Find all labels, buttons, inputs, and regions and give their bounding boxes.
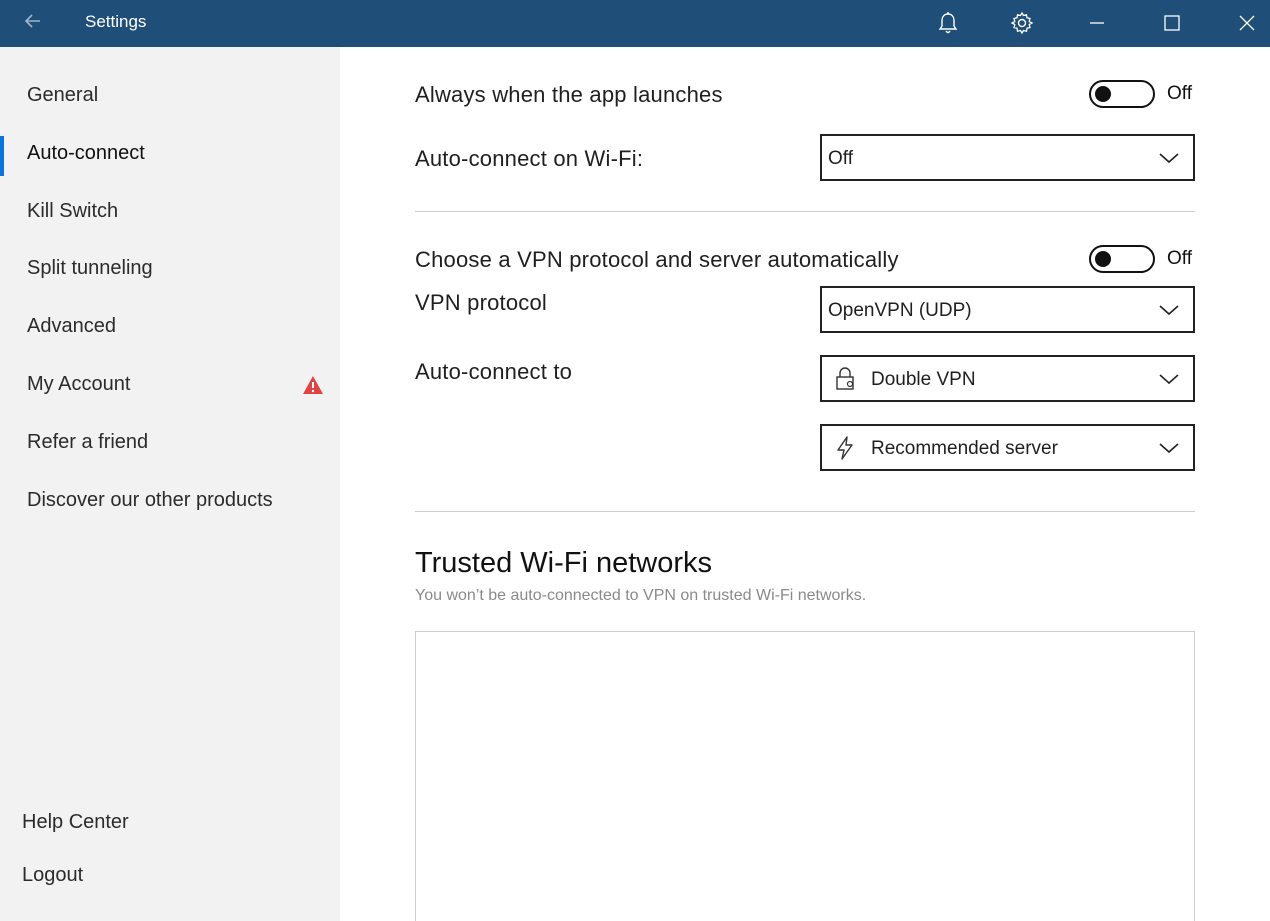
wifi-auto-connect-dropdown[interactable]: Off	[820, 134, 1195, 181]
close-icon[interactable]	[1232, 8, 1262, 38]
sidebar-item-logout[interactable]: Logout	[0, 855, 340, 895]
dropdown-value: Recommended server	[871, 438, 1058, 459]
chevron-down-icon	[1159, 371, 1179, 387]
launch-toggle-state: Off	[1167, 83, 1192, 104]
launch-setting-label: Always when the app launches	[415, 82, 723, 107]
lock-icon	[834, 367, 856, 391]
trusted-networks-list[interactable]	[415, 631, 1195, 921]
maximize-icon[interactable]	[1157, 8, 1187, 38]
sidebar-item-kill-switch[interactable]: Kill Switch	[0, 191, 340, 231]
auto-connect-settings-panel: Always when the app launches Off Auto-co…	[340, 47, 1270, 921]
sidebar-item-my-account[interactable]: My Account	[0, 364, 340, 404]
toggle-knob	[1095, 86, 1111, 102]
sidebar-item-split-tunneling[interactable]: Split tunneling	[0, 248, 340, 288]
settings-sidebar: General Auto-connect Kill Switch Split t…	[0, 47, 340, 921]
window-title: Settings	[85, 12, 147, 31]
sidebar-item-label: Kill Switch	[27, 200, 119, 222]
sidebar-item-general[interactable]: General	[0, 75, 340, 115]
sidebar-item-label: Logout	[22, 864, 84, 886]
sidebar-item-label: Auto-connect	[27, 142, 145, 164]
sidebar-item-label: Advanced	[27, 315, 116, 337]
sidebar-item-label: My Account	[27, 373, 131, 395]
launch-toggle[interactable]	[1089, 80, 1155, 108]
sidebar-item-label: Discover our other products	[27, 489, 273, 511]
chevron-down-icon	[1159, 150, 1179, 166]
sidebar-item-label: General	[27, 84, 99, 106]
server-dropdown[interactable]: Recommended server	[820, 424, 1195, 471]
chevron-down-icon	[1159, 440, 1179, 456]
sidebar-item-label: Help Center	[22, 811, 129, 833]
sidebar-item-help-center[interactable]: Help Center	[0, 802, 340, 842]
server-type-dropdown[interactable]: Double VPN	[820, 355, 1195, 402]
minimize-icon[interactable]	[1082, 8, 1112, 38]
chevron-down-icon	[1159, 302, 1179, 318]
wifi-setting-label: Auto-connect on Wi-Fi:	[415, 146, 644, 171]
sidebar-item-advanced[interactable]: Advanced	[0, 306, 340, 346]
title-bar: Settings	[0, 0, 1270, 47]
auto-protocol-toggle-state: Off	[1167, 248, 1192, 269]
connect-to-setting-label: Auto-connect to	[415, 359, 573, 384]
auto-protocol-setting-label: Choose a VPN protocol and server automat…	[415, 247, 899, 272]
dropdown-value: Double VPN	[871, 369, 976, 390]
section-divider	[415, 211, 1195, 212]
protocol-setting-label: VPN protocol	[415, 290, 548, 315]
trusted-networks-description: You won’t be auto-connected to VPN on tr…	[415, 587, 867, 604]
auto-protocol-toggle[interactable]	[1089, 245, 1155, 273]
notification-bell-icon[interactable]	[933, 8, 963, 38]
back-arrow-icon[interactable]	[22, 10, 44, 32]
sidebar-item-auto-connect[interactable]: Auto-connect	[0, 133, 340, 176]
section-divider	[415, 511, 1195, 512]
lightning-icon	[834, 436, 856, 460]
warning-icon	[302, 375, 324, 395]
sidebar-item-refer-a-friend[interactable]: Refer a friend	[0, 422, 340, 462]
sidebar-item-label: Split tunneling	[27, 257, 153, 279]
gear-icon[interactable]	[1007, 8, 1037, 38]
vpn-protocol-dropdown[interactable]: OpenVPN (UDP)	[820, 286, 1195, 333]
dropdown-value: OpenVPN (UDP)	[828, 300, 972, 321]
trusted-networks-title: Trusted Wi-Fi networks	[415, 547, 713, 579]
toggle-knob	[1095, 251, 1111, 267]
sidebar-item-label: Refer a friend	[27, 431, 149, 453]
active-indicator	[0, 136, 4, 176]
dropdown-value: Off	[828, 148, 853, 169]
sidebar-item-discover-products[interactable]: Discover our other products	[0, 480, 340, 520]
